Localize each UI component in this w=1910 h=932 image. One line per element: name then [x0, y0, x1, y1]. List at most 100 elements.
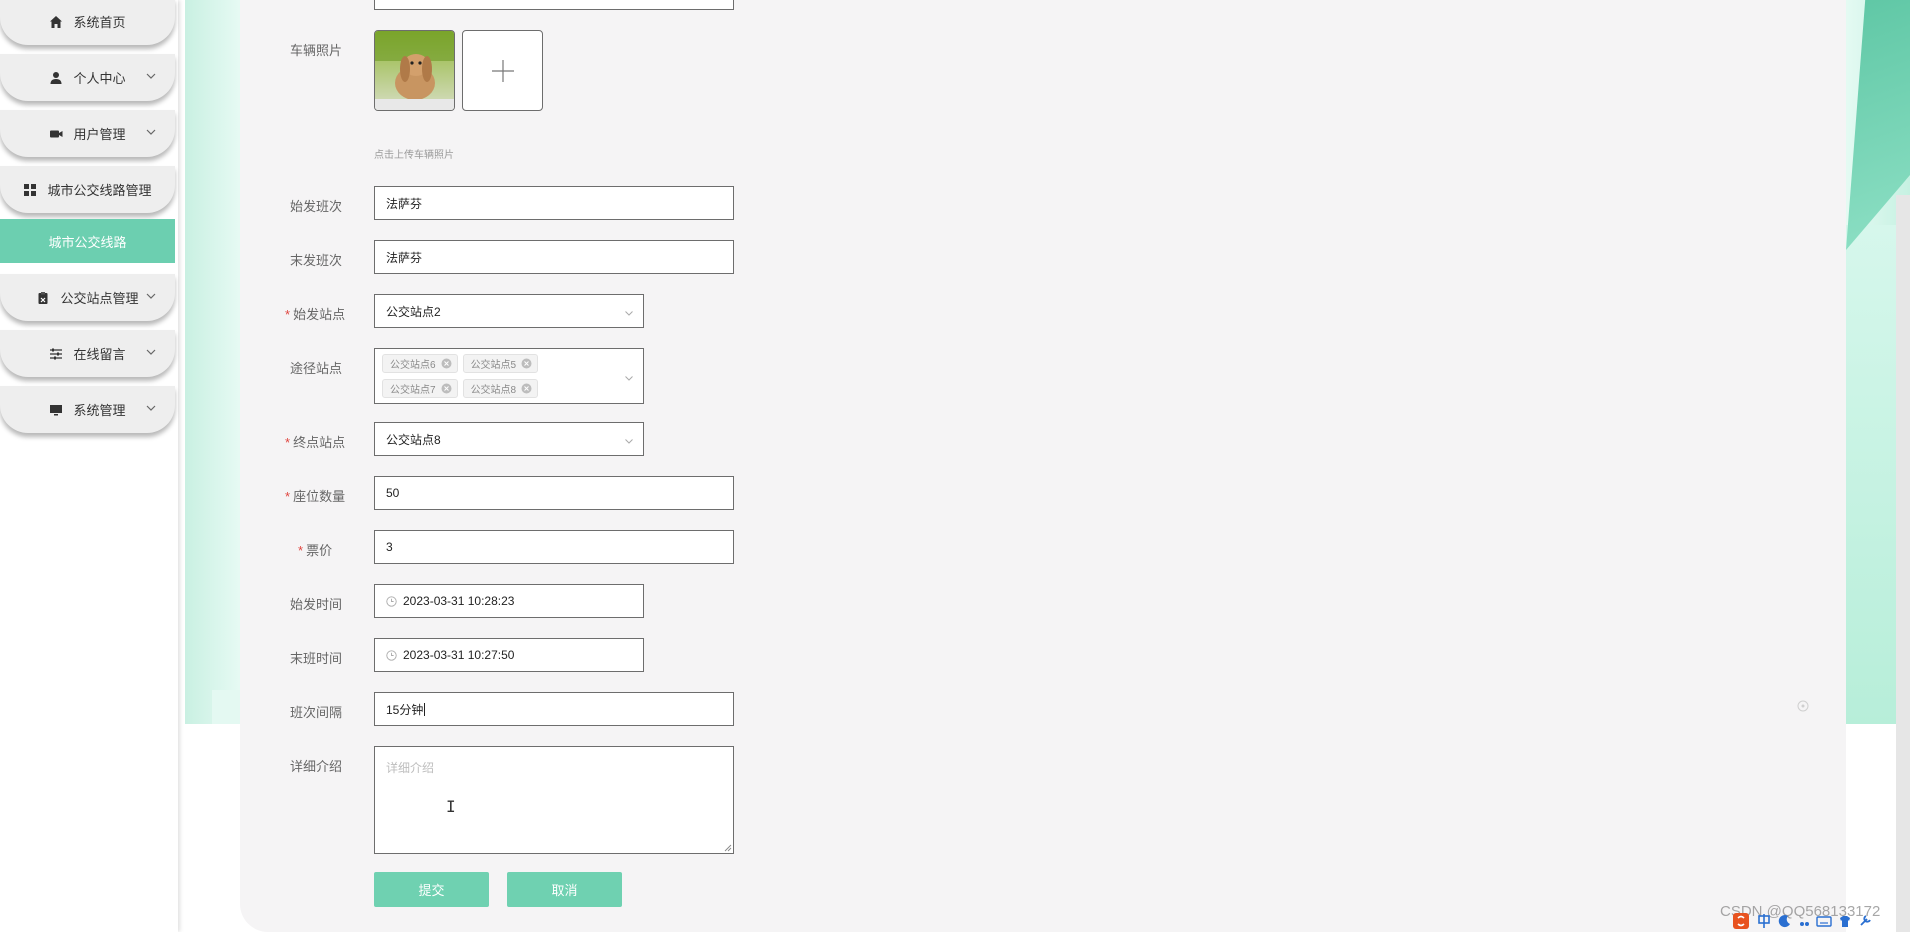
last-time-label: 末班时间 [290, 651, 343, 666]
cancel-button[interactable]: 取消 [507, 872, 622, 907]
details-label: 详细介绍 [290, 759, 343, 774]
moon-icon[interactable] [1778, 914, 1792, 928]
background-decor-left [185, 0, 245, 724]
text-cursor [424, 702, 426, 716]
sidebar-item-label: 公交站点管理 [60, 291, 139, 306]
close-icon[interactable] [521, 358, 532, 369]
close-icon[interactable] [521, 383, 532, 394]
chevron-down-icon [624, 372, 634, 382]
sidebar-item-bus-route-management[interactable]: 城市公交线路管理 [0, 166, 175, 213]
fare-label-text: 票价 [306, 543, 333, 558]
sidebar: 系统首页 个人中心 用户管理 城市公交线路管理 城市公交线路 公交站点管理 在线… [0, 0, 178, 932]
via-stations-label: 途径站点 [290, 361, 343, 376]
submit-button-label: 提交 [418, 883, 445, 898]
required-asterisk: * [298, 543, 304, 558]
sidebar-item-user-management[interactable]: 用户管理 [0, 110, 175, 157]
required-asterisk: * [285, 489, 291, 504]
last-trip-input[interactable]: 法萨芬 [374, 240, 734, 274]
sidebar-item-label: 城市公交线路管理 [47, 183, 152, 198]
upload-hint: 点击上传车辆照片 [374, 150, 454, 161]
plus-icon [490, 58, 516, 84]
sidebar-subitem-bus-route[interactable]: 城市公交线路 [0, 219, 175, 263]
start-time-label: 始发时间 [290, 597, 343, 612]
details-placeholder: 详细介绍 [386, 761, 435, 775]
sidebar-subitem-label: 城市公交线路 [48, 234, 127, 250]
chevron-down-icon [145, 126, 157, 138]
ime-toolbar [1732, 910, 1910, 932]
sogou-icon[interactable] [1732, 912, 1750, 930]
home-icon [49, 15, 63, 29]
cancel-button-label: 取消 [551, 883, 578, 898]
close-icon[interactable] [441, 383, 452, 394]
end-station-label: * 终点站点 [285, 432, 345, 451]
interval-input[interactable]: 15分钟 [374, 692, 734, 726]
add-photo-button[interactable] [462, 30, 543, 111]
first-trip-value: 法萨芬 [386, 196, 423, 211]
via-stations-tags: 公交站点6 公交站点5 公交站点7 公交站点8 [382, 354, 612, 398]
start-station-label-text: 始发站点 [293, 307, 346, 322]
clipboard-icon [36, 291, 50, 305]
chevron-down-icon [145, 70, 157, 82]
sidebar-item-system-management[interactable]: 系统管理 [0, 386, 175, 433]
submit-button[interactable]: 提交 [374, 872, 489, 907]
chinese-mode-icon[interactable] [1756, 913, 1772, 929]
seats-input[interactable]: 50 [374, 476, 734, 510]
seats-value: 50 [386, 486, 400, 500]
sliders-icon [49, 347, 63, 361]
via-stations-select[interactable]: 公交站点6 公交站点5 公交站点7 公交站点8 [374, 348, 644, 404]
sidebar-item-personal-center[interactable]: 个人中心 [0, 54, 175, 101]
last-time-value: 2023-03-31 10:27:50 [403, 648, 515, 662]
last-time-picker[interactable]: 2023-03-31 10:27:50 [374, 638, 644, 672]
sidebar-item-home[interactable]: 系统首页 [0, 0, 175, 45]
sidebar-item-label: 用户管理 [73, 127, 126, 142]
seats-label-text: 座位数量 [293, 489, 346, 504]
seats-label: * 座位数量 [285, 486, 345, 505]
chevron-down-icon [624, 307, 634, 317]
keyboard-icon[interactable] [1816, 914, 1832, 928]
camera-icon [49, 127, 63, 141]
form-input-cut-off[interactable] [374, 0, 734, 10]
start-time-picker[interactable]: 2023-03-31 10:28:23 [374, 584, 644, 618]
sidebar-item-bus-station-management[interactable]: 公交站点管理 [0, 274, 175, 321]
user-icon [49, 71, 63, 85]
sidebar-item-label: 系统首页 [73, 15, 126, 30]
station-tag: 公交站点5 [462, 354, 539, 373]
skin-icon[interactable] [1838, 914, 1852, 928]
sidebar-item-label: 在线留言 [73, 347, 126, 362]
vehicle-photo-thumbnail[interactable] [374, 30, 455, 111]
end-station-select[interactable]: 公交站点8 [374, 422, 644, 456]
clock-icon [386, 595, 397, 607]
tools-icon[interactable] [1858, 914, 1872, 928]
last-trip-value: 法萨芬 [386, 250, 423, 265]
sidebar-item-label: 个人中心 [73, 71, 126, 86]
start-time-value: 2023-03-31 10:28:23 [403, 594, 515, 608]
chevron-down-icon [145, 402, 157, 414]
sidebar-item-online-messages[interactable]: 在线留言 [0, 330, 175, 377]
first-trip-label: 始发班次 [290, 199, 343, 214]
sidebar-item-label: 系统管理 [73, 403, 126, 418]
station-tag: 公交站点6 [382, 354, 458, 373]
station-tag: 公交站点8 [462, 379, 539, 398]
start-station-value: 公交站点2 [386, 304, 441, 319]
interval-value: 15分钟 [386, 702, 424, 717]
last-trip-label: 末发班次 [290, 253, 343, 268]
required-asterisk: * [285, 307, 291, 322]
vehicle-photo-label: 车辆照片 [290, 43, 343, 58]
close-icon[interactable] [441, 358, 452, 369]
scrollbar[interactable] [1896, 195, 1910, 932]
scroll-to-top-icon[interactable] [1797, 700, 1809, 712]
end-station-label-text: 终点站点 [293, 435, 346, 450]
start-station-select[interactable]: 公交站点2 [374, 294, 644, 328]
start-station-label: * 始发站点 [285, 304, 345, 323]
required-asterisk: * [285, 435, 291, 450]
chevron-down-icon [145, 290, 157, 302]
first-trip-input[interactable]: 法萨芬 [374, 186, 734, 220]
fare-input[interactable]: 3 [374, 530, 734, 564]
details-textarea[interactable]: 详细介绍 I [374, 746, 734, 854]
resize-handle-icon[interactable] [723, 843, 732, 852]
punctuation-icon[interactable] [1798, 914, 1810, 928]
station-tag-label: 公交站点5 [470, 360, 517, 371]
monitor-icon [49, 403, 63, 417]
chevron-down-icon [624, 435, 634, 445]
station-tag: 公交站点7 [382, 379, 458, 398]
